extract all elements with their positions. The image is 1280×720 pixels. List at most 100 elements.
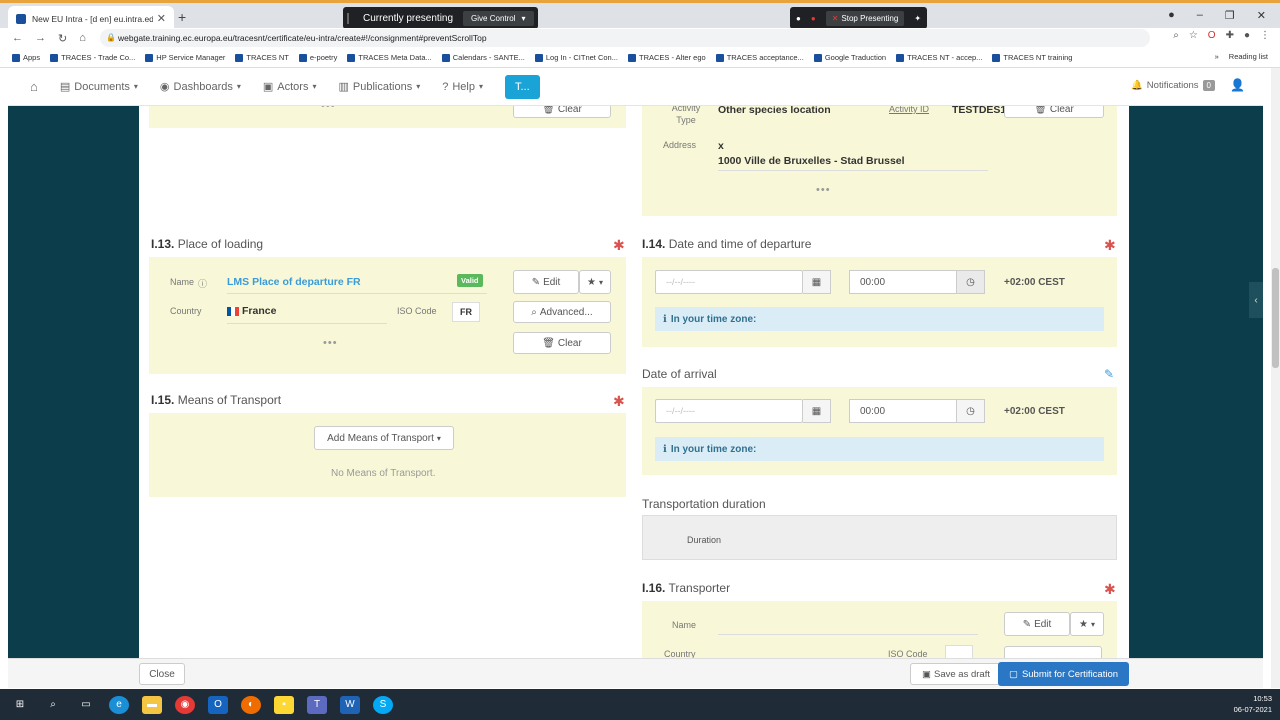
actors-icon: ▣ xyxy=(262,81,274,93)
nav-documents[interactable]: ▤ Documents ▾ xyxy=(60,80,138,94)
outlook-icon[interactable]: O xyxy=(208,695,228,714)
clock-icon[interactable]: ◷ xyxy=(957,399,985,423)
loading-name-link[interactable]: LMS Place of departure FR xyxy=(227,276,361,288)
minimize-icon[interactable]: – xyxy=(1197,9,1203,22)
advanced-button[interactable] xyxy=(1004,646,1102,658)
caret-icon: ▾ xyxy=(436,433,441,443)
profile-icon[interactable]: ● xyxy=(1168,9,1175,22)
home-nav-icon[interactable]: ⌂ xyxy=(30,79,38,94)
help-icon[interactable]: ⓘ xyxy=(198,277,207,290)
file-explorer-icon[interactable]: ▬ xyxy=(142,695,162,714)
divider xyxy=(227,293,487,294)
edit-button[interactable]: ✎ Edit xyxy=(513,270,579,294)
menu-icon[interactable]: ⋮ xyxy=(1260,30,1270,41)
departure-date-input[interactable]: --/--/---- xyxy=(655,270,803,294)
clock-icon[interactable]: ◷ xyxy=(957,270,985,294)
submit-icon: ▢ xyxy=(1008,668,1018,680)
new-tab-icon[interactable]: + xyxy=(178,9,186,25)
restore-icon[interactable]: ❐ xyxy=(1225,9,1235,22)
calendar-icon[interactable]: ▦ xyxy=(803,399,831,423)
clear-button[interactable]: 🗑 Clear xyxy=(1004,106,1104,118)
arrival-time-input[interactable]: 00:00 xyxy=(849,399,957,423)
bookmark-item[interactable]: TRACES - Alter ego xyxy=(627,53,706,62)
close-tab-icon[interactable]: ✕ xyxy=(157,12,166,25)
advanced-button[interactable]: ⌕ Advanced... xyxy=(513,301,611,323)
zoom-icon[interactable]: ⌕ xyxy=(1173,30,1179,41)
iso-label: ISO Code xyxy=(397,306,437,316)
more-dots[interactable]: ••• xyxy=(816,184,831,196)
bookmark-item[interactable]: Apps xyxy=(12,53,40,62)
forward-icon[interactable]: → xyxy=(35,32,46,45)
nav-help[interactable]: ? Help ▾ xyxy=(442,81,483,93)
collapse-panel-icon[interactable]: ‹ xyxy=(1249,282,1263,318)
account-icon[interactable]: ● xyxy=(1244,30,1250,41)
bookmark-item[interactable]: Calendars - SANTE... xyxy=(441,53,525,62)
bookmark-item[interactable]: TRACES NT training xyxy=(992,53,1072,62)
screen: New EU Intra - [d en] eu.intra.ed ✕ + Cu… xyxy=(0,0,1280,720)
bookmark-item[interactable]: TRACES - Trade Co... xyxy=(50,53,135,62)
save-draft-button[interactable]: ▣ Save as draft xyxy=(910,663,1002,685)
clear-button[interactable]: 🗑 Clear xyxy=(513,106,611,118)
app-navbar: ⌂ ▤ Documents ▾ ◉ Dashboards ▾ ▣ Actors ▾ ▥ Pub… xyxy=(8,68,1263,106)
favorites-dropdown[interactable]: ★ ▾ xyxy=(579,270,611,294)
teams-icon[interactable]: T xyxy=(307,695,327,714)
more-bookmarks-icon[interactable]: » xyxy=(1215,52,1219,61)
star-icon[interactable]: ☆ xyxy=(1189,30,1198,41)
add-means-of-transport-button[interactable]: Add Means of Transport ▾ xyxy=(314,426,454,450)
extensions-icon[interactable]: ✚ xyxy=(1226,30,1234,41)
search-icon[interactable]: ⌕ xyxy=(43,696,63,714)
bookmark-item[interactable]: TRACES acceptance... xyxy=(715,53,804,62)
country-label: Country xyxy=(170,306,202,316)
departure-tz-info: ℹ In your time zone: xyxy=(655,307,1104,331)
close-window-icon[interactable]: ✕ xyxy=(1257,9,1266,22)
nav-publications[interactable]: ▥ Publications ▾ xyxy=(338,80,420,94)
arrival-date-input[interactable]: --/--/---- xyxy=(655,399,803,423)
more-dots[interactable]: ••• xyxy=(323,337,338,349)
bookmark-item[interactable]: HP Service Manager xyxy=(145,53,225,62)
nav-t-button[interactable]: T... xyxy=(505,74,540,99)
user-icon[interactable]: 👤 xyxy=(1230,78,1245,92)
chrome-icon[interactable]: ◉ xyxy=(175,695,195,714)
reload-icon[interactable]: ↻ xyxy=(58,32,67,45)
edit-arrival-icon[interactable]: ✎ xyxy=(1104,367,1114,381)
reading-list[interactable]: » Reading list xyxy=(1215,52,1268,61)
system-clock[interactable]: 10:53 06-07-2021 xyxy=(1234,693,1272,715)
bookmark-item[interactable]: TRACES Meta Data... xyxy=(347,53,432,62)
bookmark-item[interactable]: Google Traduction xyxy=(813,53,886,62)
opera-icon[interactable]: O xyxy=(1208,30,1216,41)
calendar-icon[interactable]: ▦ xyxy=(803,270,831,294)
close-button[interactable]: Close xyxy=(139,663,185,685)
scrollbar-thumb[interactable] xyxy=(1272,268,1279,368)
submit-certification-button[interactable]: ▢ Submit for Certification xyxy=(998,662,1129,686)
favorites-dropdown[interactable]: ★ ▾ xyxy=(1070,612,1104,636)
edit-button[interactable]: ✎ Edit xyxy=(1004,612,1070,636)
bookmark-item[interactable]: Log In - CITnet Con... xyxy=(534,53,618,62)
skype-icon[interactable]: S xyxy=(373,695,393,714)
nav-actors[interactable]: ▣ Actors ▾ xyxy=(262,80,317,94)
back-icon[interactable]: ← xyxy=(12,32,23,45)
word-icon[interactable]: W xyxy=(340,695,360,714)
bookmark-item[interactable]: TRACES NT xyxy=(235,53,289,62)
sticky-notes-icon[interactable]: ▪ xyxy=(274,695,294,714)
firefox-icon[interactable]: ◐ xyxy=(241,695,261,714)
stop-presenting-button[interactable]: ✕ Stop Presenting xyxy=(825,10,905,26)
url-field[interactable]: 🔒 webgate.training.ec.europa.eu/tracesnt… xyxy=(100,29,1150,47)
bookmark-item[interactable]: e-poetry xyxy=(298,53,337,62)
departure-time-input[interactable]: 00:00 xyxy=(849,270,957,294)
task-view-icon[interactable]: ▭ xyxy=(76,696,96,714)
presenting-label: Currently presenting xyxy=(347,12,463,24)
right-sidebar: ‹ xyxy=(1129,106,1263,658)
bookmark-item[interactable]: TRACES NT - accep... xyxy=(896,53,982,62)
pin-icon[interactable]: ✦ xyxy=(914,14,921,23)
clear-button[interactable]: 🗑 Clear xyxy=(513,332,611,354)
more-dots[interactable]: ••• xyxy=(321,106,336,112)
chat-icon[interactable]: ● xyxy=(796,14,801,23)
give-control-button[interactable]: Give Control ▾ xyxy=(463,10,534,26)
nav-dashboards[interactable]: ◉ Dashboards ▾ xyxy=(160,80,241,94)
windows-start-icon[interactable]: ⊞ xyxy=(10,696,30,714)
notifications[interactable]: 🔔 Notifications 0 xyxy=(1131,80,1215,91)
required-icon: ✱ xyxy=(613,393,625,409)
edge-icon[interactable]: e xyxy=(109,695,129,714)
home-icon[interactable]: ⌂ xyxy=(79,32,86,45)
page-scrollbar[interactable] xyxy=(1271,68,1280,688)
